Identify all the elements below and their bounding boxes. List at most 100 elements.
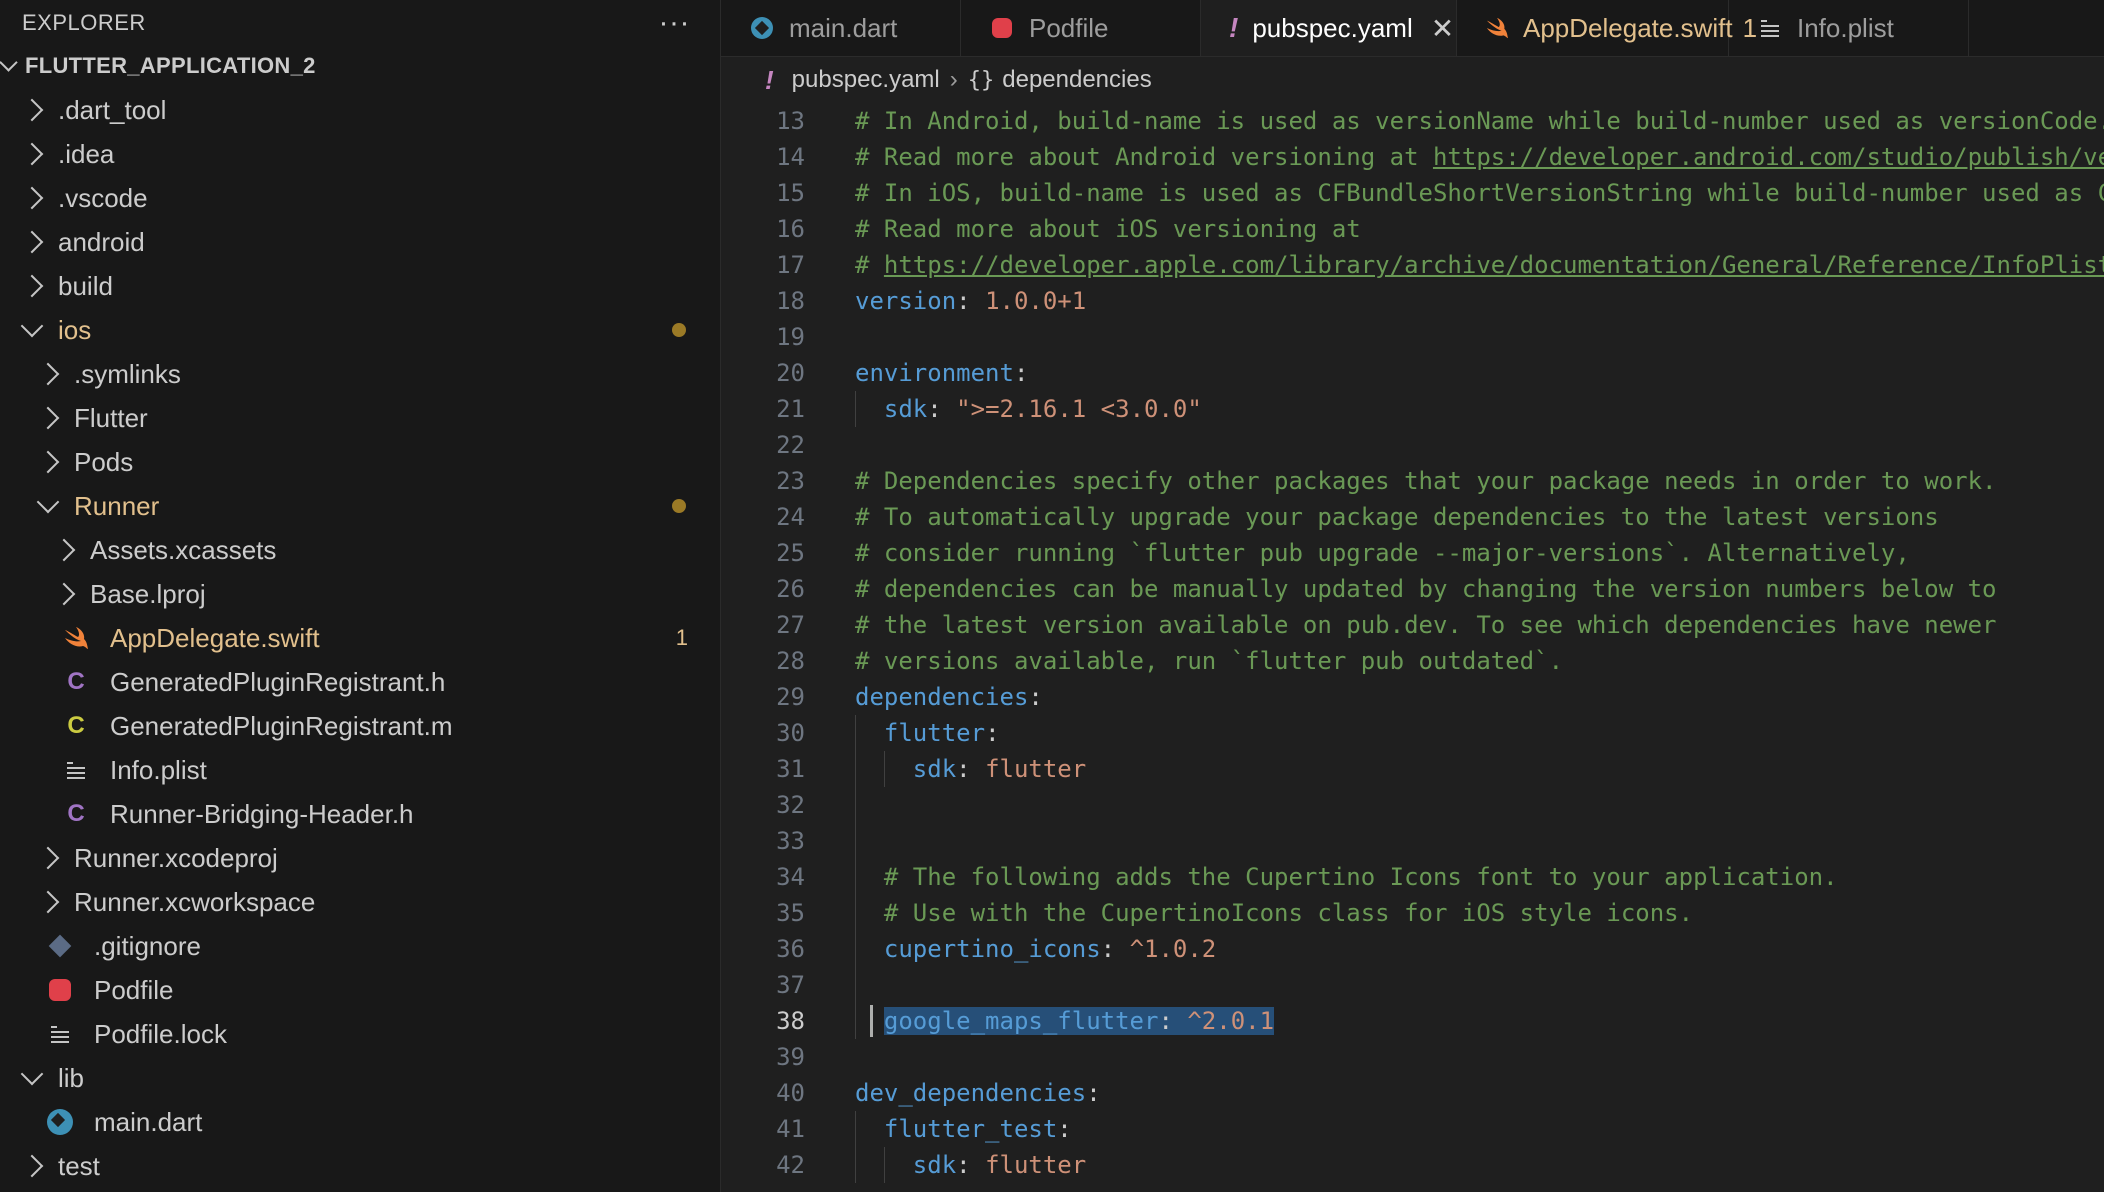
tree-item-label: Podfile — [94, 974, 174, 1005]
line-number: 35 — [776, 899, 805, 927]
tree-item[interactable]: Podfile — [0, 968, 720, 1012]
comment-token: # Dependencies specify other packages th… — [855, 467, 1997, 495]
tree-item-label: Info.plist — [110, 754, 207, 785]
swift-icon — [62, 624, 90, 652]
modified-dot-icon — [672, 323, 686, 337]
tree-item[interactable]: .symlinks — [0, 352, 720, 396]
breadcrumb-file[interactable]: pubspec.yaml — [792, 66, 940, 94]
tree-item-label: build — [58, 270, 113, 301]
tree-item[interactable]: Podfile.lock — [0, 1012, 720, 1056]
line-number: 40 — [776, 1079, 805, 1107]
project-name: FLUTTER_APPLICATION_2 — [25, 53, 316, 78]
chevron-right-icon — [20, 142, 44, 166]
line-text: environment: — [805, 355, 1028, 391]
value-token: ^1.0.2 — [1129, 935, 1217, 963]
line-number: 25 — [776, 539, 805, 567]
code-line: 24 # To automatically upgrade your packag… — [721, 499, 2104, 535]
code-editor[interactable]: 13 # In Android, build-name is used as ve… — [721, 103, 2104, 1183]
line-text: # versions available, run `flutter pub o… — [805, 643, 1563, 679]
tab-pubspec-yaml[interactable]: ! pubspec.yaml ✕ — [1201, 0, 1457, 56]
code-line: 29 dependencies: — [721, 679, 2104, 715]
tree-item[interactable]: main.dart — [0, 1100, 720, 1144]
code-line: 26 # dependencies can be manually updated… — [721, 571, 2104, 607]
tree-item[interactable]: Flutter — [0, 396, 720, 440]
line-text: # https://developer.apple.com/library/ar… — [805, 247, 2104, 283]
breadcrumb-symbol[interactable]: dependencies — [1002, 66, 1151, 94]
tree-item-label: Runner.xcworkspace — [74, 886, 316, 917]
tree-item[interactable]: Runner.xcworkspace — [0, 880, 720, 924]
list-icon — [1757, 19, 1783, 37]
link-token[interactable]: https://developer.apple.com/library/arch… — [884, 251, 2104, 279]
tree-item[interactable]: test — [0, 1144, 720, 1188]
tree-item-label: .symlinks — [74, 358, 181, 389]
line-number: 31 — [776, 755, 805, 783]
tree-item[interactable]: Runner.xcodeproj — [0, 836, 720, 880]
close-icon[interactable]: ✕ — [1431, 12, 1454, 45]
line-number: 28 — [776, 647, 805, 675]
line-text — [805, 319, 855, 355]
explorer-header: EXPLORER ··· — [0, 0, 720, 46]
project-root[interactable]: FLUTTER_APPLICATION_2 — [0, 46, 720, 86]
line-text: # dependencies can be manually updated b… — [805, 571, 1997, 607]
tree-item[interactable]: build — [0, 264, 720, 308]
tree-item[interactable]: lib — [0, 1056, 720, 1100]
tab-podfile[interactable]: Podfile — [961, 0, 1201, 56]
tree-item[interactable]: android — [0, 220, 720, 264]
project-root-row[interactable]: FLUTTER_APPLICATION_2 — [0, 46, 316, 86]
tree-item[interactable]: .idea — [0, 132, 720, 176]
key-token: environment — [855, 359, 1014, 387]
line-text — [805, 427, 855, 463]
punct-token: : — [956, 755, 986, 783]
code-line: 31 sdk: flutter — [721, 751, 2104, 787]
code-line: 42 sdk: flutter — [721, 1147, 2104, 1183]
tree-item-label: .idea — [58, 138, 115, 169]
tab-info-plist[interactable]: Info.plist — [1729, 0, 1969, 56]
tree-item[interactable]: Pods — [0, 440, 720, 484]
tree-item[interactable]: C Runner-Bridging-Header.h — [0, 792, 720, 836]
code-line: 13 # In Android, build-name is used as ve… — [721, 103, 2104, 139]
link-token[interactable]: https://developer.android.com/studio/pub… — [1433, 143, 2104, 171]
chevron-right-icon — [36, 890, 60, 914]
chevron-right-icon: › — [949, 66, 958, 93]
line-text: sdk: flutter — [805, 751, 1086, 787]
tab-appdelegate-swift[interactable]: AppDelegate.swift 1 — [1457, 0, 1757, 56]
tree-item[interactable]: Runner — [0, 484, 720, 528]
tree-item[interactable]: Assets.xcassets — [0, 528, 720, 572]
tree-item-label: Runner-Bridging-Header.h — [110, 798, 414, 829]
key-token: sdk — [912, 755, 957, 783]
code-line: 25 # consider running `flutter pub upgrad… — [721, 535, 2104, 571]
tree-item[interactable]: .gitignore — [0, 924, 720, 968]
tree-item[interactable]: C GeneratedPluginRegistrant.m — [0, 704, 720, 748]
line-text: flutter: — [805, 715, 1000, 751]
punct-token: : — [985, 719, 1000, 747]
code-line: 27 # the latest version available on pub.… — [721, 607, 2104, 643]
code-line: 22 — [721, 427, 2104, 463]
tab-main-dart[interactable]: main.dart — [721, 0, 961, 56]
tree-item-label: main.dart — [94, 1106, 203, 1137]
tree-item[interactable]: AppDelegate.swift 1 — [0, 616, 720, 660]
line-number: 16 — [776, 215, 805, 243]
indent-guide — [855, 391, 856, 427]
line-number: 36 — [776, 935, 805, 963]
chevron-right-icon — [20, 1154, 44, 1178]
line-text: # Dependencies specify other packages th… — [805, 463, 1997, 499]
comment-token: # Read more about Android versioning at — [855, 143, 1433, 171]
tree-item-label: Base.lproj — [90, 578, 206, 609]
line-number: 32 — [776, 791, 805, 819]
line-text: sdk: ">=2.16.1 <3.0.0" — [805, 391, 1202, 427]
tree-item[interactable]: .dart_tool — [0, 88, 720, 132]
more-actions-icon[interactable]: ··· — [659, 8, 690, 38]
tree-item-label: .dart_tool — [58, 94, 167, 125]
chevron-right-icon — [20, 186, 44, 210]
tree-item[interactable]: ios — [0, 308, 720, 352]
tree-item[interactable]: Info.plist — [0, 748, 720, 792]
line-text: dev_dependencies: — [805, 1075, 1101, 1111]
line-text: dependencies: — [805, 679, 1043, 715]
code-line: 16 # Read more about iOS versioning at — [721, 211, 2104, 247]
line-number: 27 — [776, 611, 805, 639]
tree-item[interactable]: .vscode — [0, 176, 720, 220]
tree-item-label: android — [58, 226, 145, 257]
tree-item[interactable]: Base.lproj — [0, 572, 720, 616]
objc-file-icon: C — [67, 712, 85, 739]
tree-item[interactable]: C GeneratedPluginRegistrant.h — [0, 660, 720, 704]
